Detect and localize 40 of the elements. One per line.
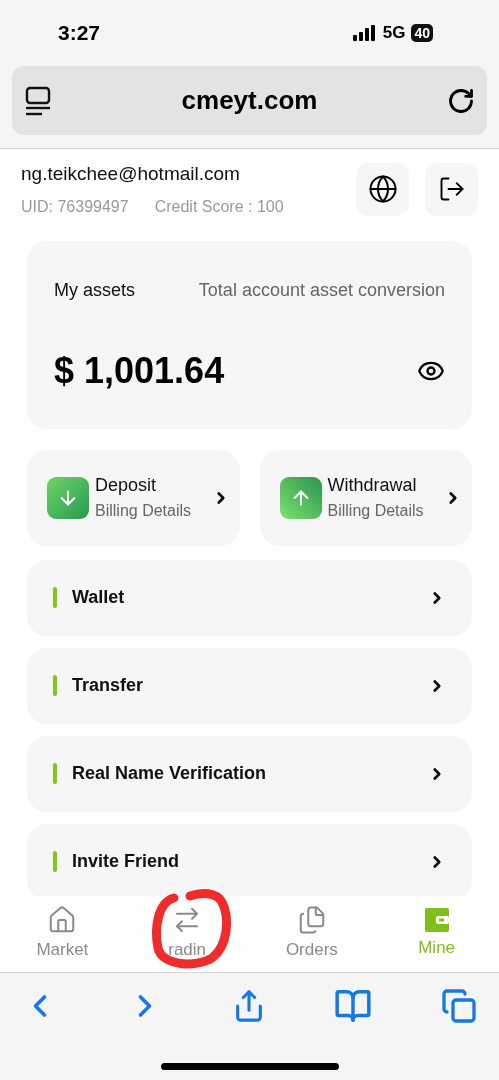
accent-bar: [53, 851, 57, 872]
assets-subtitle: Total account asset conversion: [198, 278, 445, 302]
status-time: 3:27: [58, 20, 101, 47]
action-subtitle: Billing Details: [327, 501, 424, 521]
battery-indicator: 40: [411, 24, 433, 42]
menu-row[interactable]: Transfer: [27, 647, 472, 724]
uid-text: UID: 76399497: [21, 196, 129, 217]
tabs-overview-icon[interactable]: [24, 85, 52, 116]
menu-label: Wallet: [72, 586, 125, 609]
bookmarks-icon[interactable]: [334, 987, 373, 1025]
accent-bar: [53, 675, 57, 696]
tabs-icon[interactable]: [441, 988, 477, 1024]
menu-label: Real Name Verification: [72, 762, 267, 785]
accent-bar: [53, 587, 57, 608]
action-title: Deposit: [95, 474, 158, 497]
menu-row[interactable]: Wallet: [27, 559, 472, 636]
signal-icon: [352, 25, 377, 41]
nav-tab[interactable]: radin: [124, 896, 250, 972]
menu-label: Invite Friend: [72, 850, 179, 873]
globe-icon: [367, 174, 398, 205]
menu-row[interactable]: Invite Friend: [27, 823, 472, 896]
language-button[interactable]: [356, 162, 409, 216]
reload-icon[interactable]: [447, 86, 475, 115]
nav-tab[interactable]: Orders: [249, 896, 375, 972]
action-subtitle: Billing Details: [95, 501, 192, 521]
assets-amount: $ 1,001.64: [54, 348, 225, 393]
wallet-icon: [423, 907, 450, 934]
assets-title: My assets: [54, 278, 136, 302]
action-card[interactable]: Withdrawal Billing Details: [259, 449, 472, 546]
menu-label: Transfer: [72, 674, 144, 697]
menu-row[interactable]: Real Name Verification: [27, 735, 472, 812]
action-card[interactable]: Deposit Billing Details: [27, 449, 240, 546]
address-bar[interactable]: cmeyt.com: [12, 66, 487, 135]
network-label: 5G: [382, 22, 406, 45]
accent-bar: [53, 763, 57, 784]
action-title: Withdrawal: [327, 474, 418, 497]
logout-button[interactable]: [425, 162, 478, 216]
url-text: cmeyt.com: [181, 84, 318, 117]
credit-score-text: Credit Score : 100: [154, 196, 284, 217]
account-email: ng.teikchee@hotmail.com: [21, 162, 241, 186]
